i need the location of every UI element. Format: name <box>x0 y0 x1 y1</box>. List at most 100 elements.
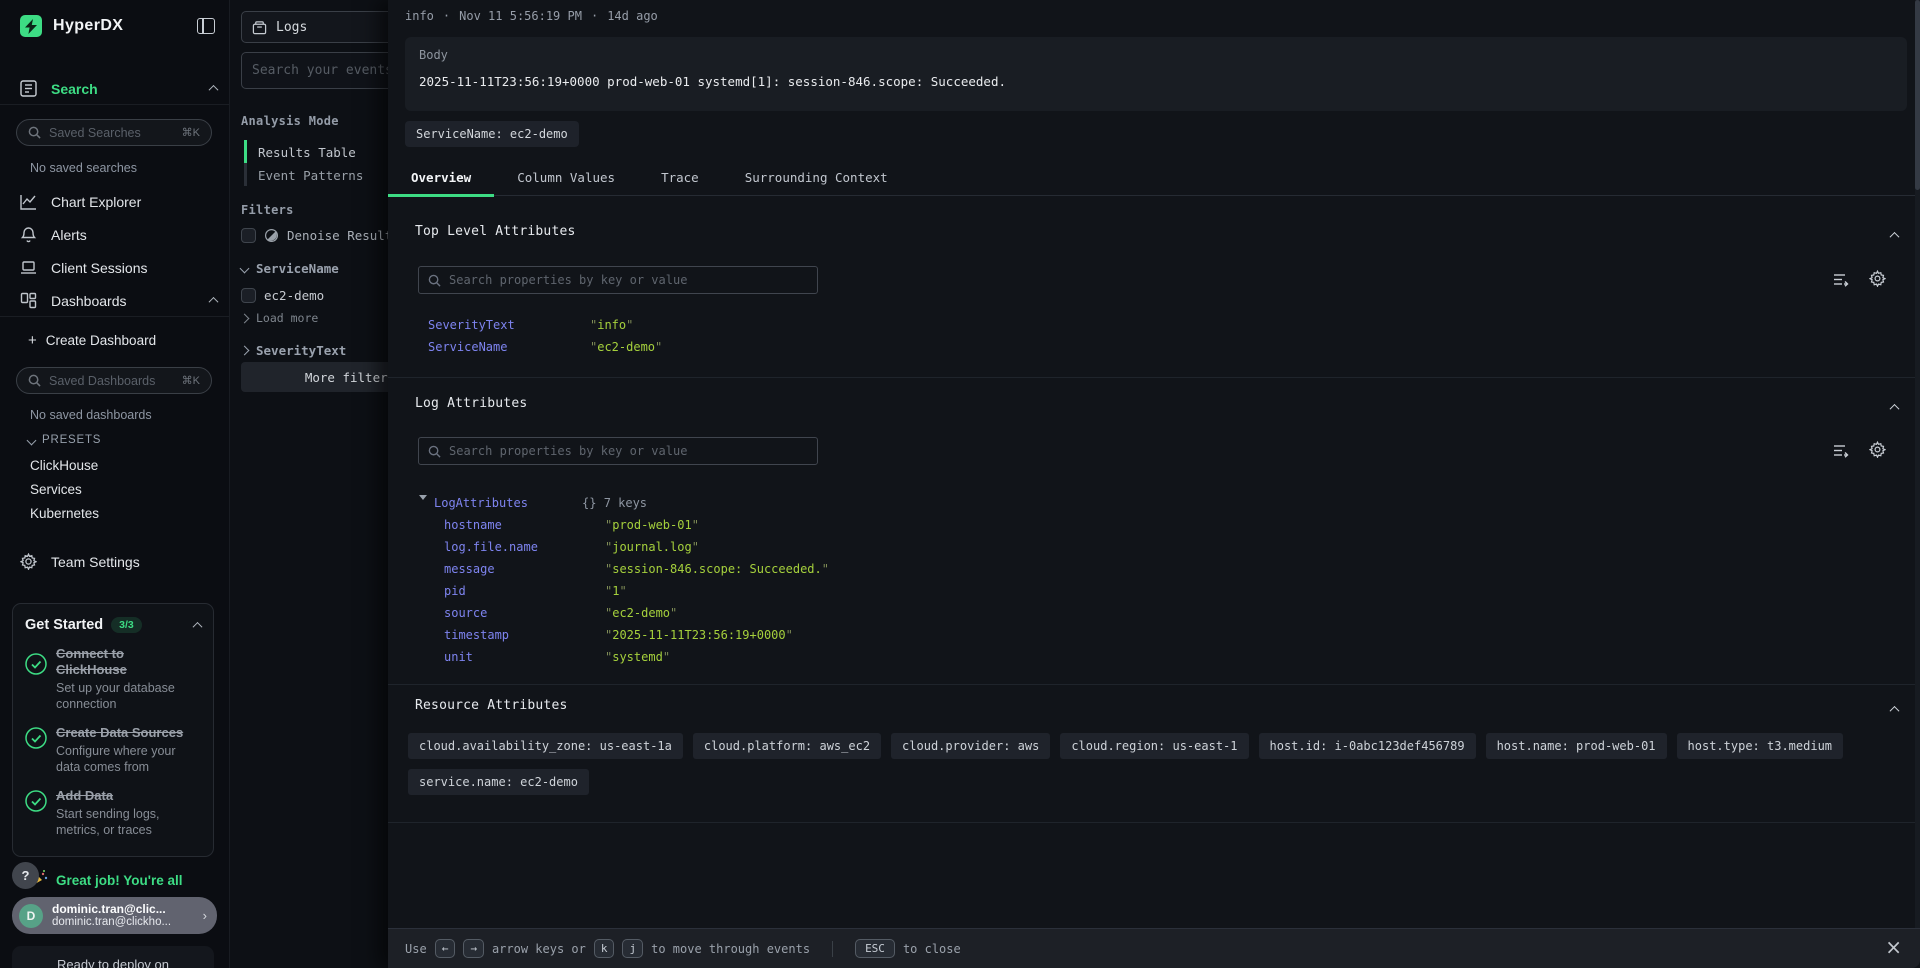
resource-chip[interactable]: service.name: ec2-demo <box>408 769 589 795</box>
get-started-header[interactable]: Get Started 3/3 <box>25 617 201 633</box>
service-name-chip[interactable]: ServiceName: ec2-demo <box>405 121 579 147</box>
facet-value-ec2-demo[interactable]: ec2-demo <box>241 288 324 303</box>
saved-searches-input[interactable]: Saved Searches ⌘K <box>16 119 212 146</box>
event-ago: 14d ago <box>607 9 658 23</box>
mode-event-patterns[interactable]: Event Patterns <box>258 168 363 183</box>
log-attrs-search-input[interactable]: Search properties by key or value <box>418 437 818 465</box>
load-more[interactable]: Load more <box>241 311 318 325</box>
tab-overview[interactable]: Overview <box>388 159 494 195</box>
resource-chip[interactable]: host.name: prod-web-01 <box>1486 733 1667 759</box>
footer-close-label: to close <box>903 942 961 956</box>
sidebar-item-team-settings[interactable]: Team Settings <box>20 553 217 570</box>
attr-row[interactable]: source ec2-demo <box>444 606 677 620</box>
source-selector-button[interactable]: Logs <box>241 11 388 43</box>
saved-searches-placeholder: Saved Searches <box>49 126 182 140</box>
chevron-up-icon[interactable] <box>209 85 219 95</box>
sidebar-collapse-icon[interactable] <box>197 18 215 34</box>
more-filters-button[interactable]: More filters <box>241 362 388 392</box>
sidebar-item-alerts[interactable]: Alerts <box>20 226 217 243</box>
attr-row[interactable]: message session-846.scope: Succeeded. <box>444 562 829 576</box>
gear-icon[interactable] <box>1869 270 1886 287</box>
create-dashboard-button[interactable]: + Create Dashboard <box>28 332 217 349</box>
user-menu[interactable]: D dominic.tran@clic... dominic.tran@clic… <box>12 897 217 934</box>
denoise-label: Denoise Results <box>287 228 388 243</box>
tab-surrounding-context[interactable]: Surrounding Context <box>722 159 911 195</box>
attr-key: unit <box>444 650 605 664</box>
scrollbar-thumb[interactable] <box>1915 0 1920 190</box>
scrollbar[interactable] <box>1915 0 1920 928</box>
attr-key: message <box>444 562 605 576</box>
footer-use-label: Use <box>405 942 427 956</box>
close-icon[interactable]: × <box>1885 937 1902 957</box>
attr-value: 2025-11-11T23:56:19+0000 <box>605 628 793 642</box>
facet-checkbox[interactable] <box>241 288 256 303</box>
presets-header[interactable]: PRESETS <box>28 434 101 446</box>
attr-row[interactable]: ServiceName ec2-demo <box>428 340 662 354</box>
resource-chip[interactable]: host.type: t3.medium <box>1677 733 1844 759</box>
chevron-up-icon[interactable] <box>209 297 219 307</box>
section-collapse-chevron[interactable] <box>1891 396 1898 415</box>
sidebar-item-dashboards[interactable]: Dashboards <box>20 292 217 309</box>
filter-lines-icon[interactable] <box>1833 443 1850 458</box>
top-attrs-search-input[interactable]: Search properties by key or value <box>418 266 818 294</box>
section-collapse-chevron[interactable] <box>1891 698 1898 717</box>
preset-kubernetes[interactable]: Kubernetes <box>30 506 99 521</box>
attr-row[interactable]: unit systemd <box>444 650 670 664</box>
attr-row[interactable]: log.file.name journal.log <box>444 540 699 554</box>
denoise-checkbox[interactable] <box>241 228 256 243</box>
sidebar-item-search[interactable]: Search <box>20 80 217 97</box>
resource-chip[interactable]: cloud.provider: aws <box>891 733 1050 759</box>
tab-column-values[interactable]: Column Values <box>494 159 638 195</box>
attr-key: timestamp <box>444 628 605 642</box>
deploy-card[interactable]: Ready to deploy on <box>12 946 214 968</box>
severity-text: info <box>405 9 434 23</box>
denoise-icon <box>264 228 279 243</box>
resource-chip[interactable]: cloud.availability_zone: us-east-1a <box>408 733 683 759</box>
attr-value: info <box>590 318 633 332</box>
hyperdx-logo <box>20 15 42 37</box>
attr-key: log.file.name <box>444 540 605 554</box>
help-button[interactable]: ? <box>12 862 39 889</box>
denoise-filter-row[interactable]: Denoise Results <box>241 228 388 243</box>
saved-dashboards-input[interactable]: Saved Dashboards ⌘K <box>16 367 212 394</box>
attr-value: ec2-demo <box>590 340 662 354</box>
facet-servicename[interactable]: ServiceName <box>241 261 339 276</box>
preset-services[interactable]: Services <box>30 482 82 497</box>
get-started-item-title: Create Data Sources <box>56 725 216 741</box>
resource-chip[interactable]: host.id: i-0abc123def456789 <box>1259 733 1476 759</box>
brand-name: HyperDX <box>53 17 197 35</box>
filter-lines-icon[interactable] <box>1833 272 1850 287</box>
attr-row[interactable]: hostname prod-web-01 <box>444 518 699 532</box>
sidebar-item-chart-explorer[interactable]: Chart Explorer <box>20 193 217 210</box>
caret-down-icon[interactable] <box>419 495 427 500</box>
no-saved-dashboards-text: No saved dashboards <box>30 408 152 422</box>
events-search-input[interactable]: Search your events... <box>241 52 388 89</box>
search-list-icon <box>20 80 37 97</box>
get-started-item-title: Add Data <box>56 788 216 804</box>
attr-row[interactable]: timestamp 2025-11-11T23:56:19+0000 <box>444 628 793 642</box>
mode-results-table[interactable]: Results Table <box>258 145 356 160</box>
resource-attributes-title: Resource Attributes <box>415 698 568 713</box>
bell-icon <box>20 226 37 243</box>
top-level-attributes-title: Top Level Attributes <box>415 224 576 239</box>
chevron-right-icon <box>240 313 250 323</box>
gear-icon[interactable] <box>1869 441 1886 458</box>
search-icon <box>428 445 441 458</box>
sidebar-item-label: Alerts <box>51 227 217 243</box>
facet-severitytext[interactable]: SeverityText <box>241 343 346 358</box>
chevron-up-icon[interactable] <box>193 621 203 631</box>
preset-clickhouse[interactable]: ClickHouse <box>30 458 98 473</box>
search-icon <box>28 374 41 387</box>
attr-row[interactable]: SeverityText info <box>428 318 633 332</box>
tab-trace[interactable]: Trace <box>638 159 722 195</box>
resource-chip[interactable]: cloud.platform: aws_ec2 <box>693 733 881 759</box>
sidebar-item-client-sessions[interactable]: Client Sessions <box>20 259 217 276</box>
chevron-down-icon <box>27 435 37 445</box>
attr-key: hostname <box>444 518 605 532</box>
body-label: Body <box>419 48 1893 62</box>
section-collapse-chevron[interactable] <box>1891 224 1898 243</box>
deploy-card-text: Ready to deploy on <box>57 957 169 968</box>
attr-tree-root[interactable]: LogAttributes {} 7 keys <box>419 496 647 510</box>
resource-chip[interactable]: cloud.region: us-east-1 <box>1060 733 1248 759</box>
attr-row[interactable]: pid 1 <box>444 584 627 598</box>
